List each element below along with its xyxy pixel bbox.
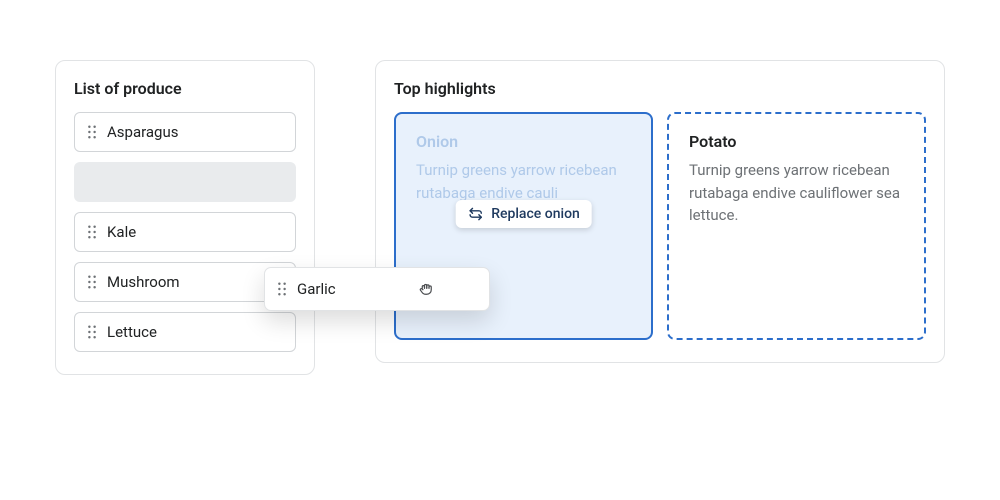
list-item[interactable]: Mushroom (74, 262, 296, 302)
card-title: Potato (689, 132, 904, 151)
highlights-panel: Top highlights Onion Turnip greens yarro… (375, 60, 945, 363)
drag-handle-icon (87, 225, 97, 239)
drag-handle-icon (87, 275, 97, 289)
card-body: Turnip greens yarrow ricebean rutabaga e… (689, 159, 904, 227)
list-item[interactable]: Lettuce (74, 312, 296, 352)
dragging-list-item[interactable]: Garlic (264, 267, 490, 311)
replace-label: Replace onion (491, 206, 580, 222)
main-layout: List of produce Asparagus Kale Mushroom … (55, 60, 945, 375)
replace-pill[interactable]: Replace onion (455, 200, 592, 228)
drag-handle-icon (87, 325, 97, 339)
replace-icon (467, 206, 483, 222)
list-item[interactable]: Asparagus (74, 112, 296, 152)
drag-handle-icon (87, 125, 97, 139)
list-item-label: Lettuce (107, 323, 157, 341)
drag-handle-icon (277, 282, 287, 296)
produce-list-panel: List of produce Asparagus Kale Mushroom … (55, 60, 315, 375)
dragging-item-label: Garlic (297, 280, 336, 298)
list-title: List of produce (74, 79, 296, 98)
highlight-card-dropzone[interactable]: Potato Turnip greens yarrow ricebean rut… (667, 112, 926, 340)
card-title: Onion (416, 132, 631, 151)
highlights-title: Top highlights (394, 79, 926, 98)
list-item-label: Kale (107, 223, 136, 241)
drag-placeholder (74, 162, 296, 202)
list-item-label: Mushroom (107, 273, 180, 291)
list-item[interactable]: Kale (74, 212, 296, 252)
card-body: Turnip greens yarrow ricebean rutabaga e… (416, 159, 631, 204)
grab-cursor-icon (417, 280, 435, 298)
list-item-label: Asparagus (107, 123, 179, 141)
